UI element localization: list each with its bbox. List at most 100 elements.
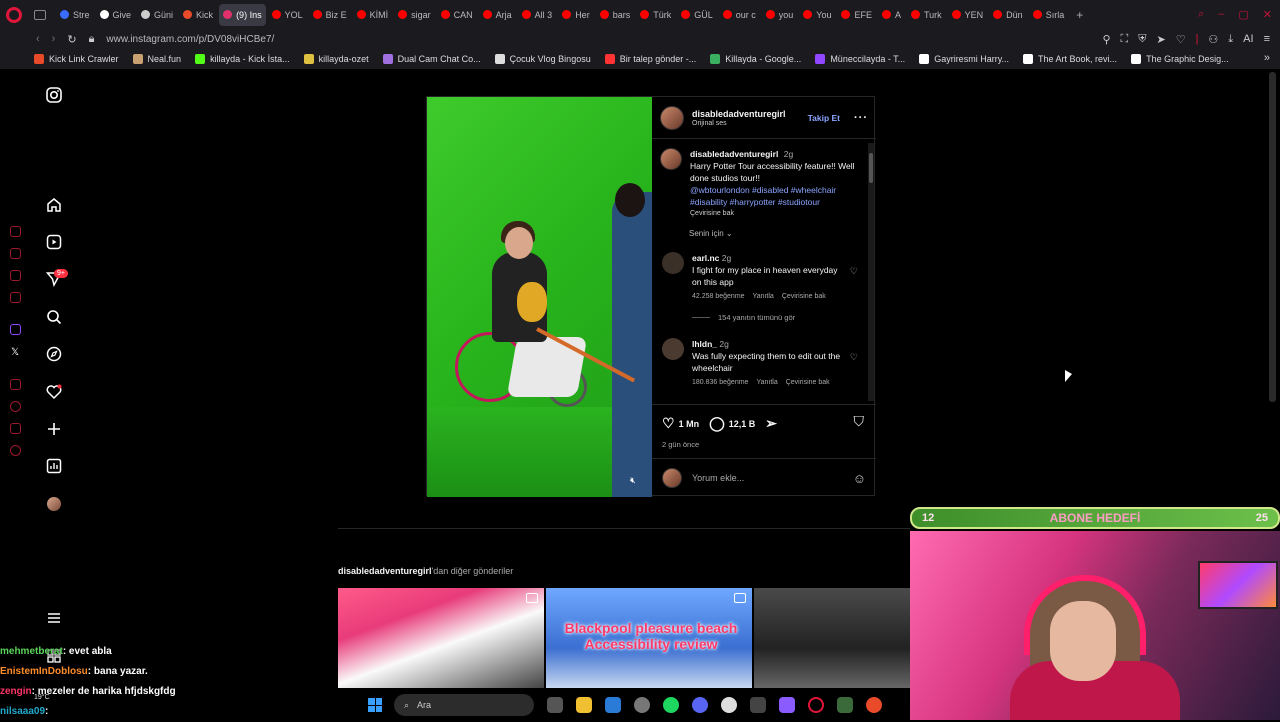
- browser-tab[interactable]: Güni: [137, 4, 177, 26]
- comment-translate-link[interactable]: Çevirisine bak: [786, 377, 830, 389]
- bookmark-item[interactable]: Müneccilayda - T...: [815, 54, 905, 64]
- bookmark-item[interactable]: Neal.fun: [132, 54, 181, 64]
- browser-tab[interactable]: bars: [596, 4, 635, 26]
- bookmark-item[interactable]: killayda-ozet: [303, 54, 369, 64]
- ai-button[interactable]: AI: [1243, 33, 1253, 46]
- streamlabs-icon[interactable]: [837, 697, 853, 713]
- comment-translate-link[interactable]: Çevirisine bak: [782, 291, 826, 303]
- search-icon[interactable]: [45, 308, 63, 326]
- heart-icon[interactable]: ♡: [1176, 33, 1186, 46]
- gmail-icon[interactable]: [10, 292, 21, 303]
- comment-like-heart-icon[interactable]: ♡: [850, 352, 858, 363]
- emoji-icon[interactable]: ☺: [853, 471, 866, 486]
- save-bookmark-icon[interactable]: ⛉: [854, 413, 865, 430]
- browser-tab[interactable]: Türk: [636, 4, 675, 26]
- comment-count[interactable]: 12,1 B: [729, 419, 756, 429]
- scrollbar-thumb[interactable]: [869, 153, 873, 183]
- comment-avatar[interactable]: [662, 252, 684, 274]
- comment-username[interactable]: earl.nc: [692, 253, 719, 263]
- view-replies-link[interactable]: 154 yanıtın tümünü gör: [692, 313, 795, 322]
- comment-reply-button[interactable]: Yanıtla: [753, 291, 774, 303]
- new-tab-icon[interactable]: +: [1076, 8, 1083, 22]
- comment-username[interactable]: lhldn_: [692, 339, 717, 349]
- shield-icon[interactable]: ⛨: [1138, 33, 1146, 46]
- close-icon[interactable]: ✕: [1263, 8, 1272, 21]
- reload-icon[interactable]: ↻: [67, 33, 76, 46]
- bag-icon[interactable]: [10, 248, 21, 259]
- download-icon[interactable]: ⤓: [1228, 33, 1233, 46]
- caption-avatar[interactable]: [660, 148, 682, 170]
- maximize-icon[interactable]: ▢: [1238, 8, 1248, 21]
- weather-widget[interactable]: 19°C: [34, 694, 50, 701]
- browser-tab[interactable]: You: [799, 4, 835, 26]
- comment-input[interactable]: [692, 473, 853, 483]
- more-options-icon[interactable]: ···: [854, 112, 868, 124]
- browser-tab[interactable]: Dün: [989, 4, 1027, 26]
- discord-icon[interactable]: [692, 697, 708, 713]
- bookmark-item[interactable]: Çocuk Vlog Bingosu: [494, 54, 591, 64]
- bookmarks-overflow-icon[interactable]: »: [1264, 52, 1270, 64]
- comment-likes[interactable]: 42.258 beğenme: [692, 291, 745, 303]
- player-icon[interactable]: [10, 379, 21, 390]
- dashboard-icon[interactable]: [45, 457, 63, 475]
- browser-tab[interactable]: A: [878, 4, 905, 26]
- minimize-icon[interactable]: –: [1218, 8, 1224, 21]
- author-username[interactable]: disabledadventuregirl: [692, 109, 808, 119]
- bookmark-item[interactable]: Killayda - Google...: [710, 54, 801, 64]
- back-icon[interactable]: ‹: [36, 33, 40, 46]
- instagram-logo-icon[interactable]: [45, 86, 63, 104]
- audio-label[interactable]: Orijinal ses: [692, 120, 808, 127]
- task-view-icon[interactable]: [547, 697, 563, 713]
- obs-icon[interactable]: [634, 697, 650, 713]
- browser-tab[interactable]: YOL: [268, 4, 307, 26]
- bookmark-item[interactable]: killayda - Kick İsta...: [195, 54, 290, 64]
- file-explorer-icon[interactable]: [576, 697, 592, 713]
- share-icon[interactable]: ➢: [765, 415, 777, 432]
- bookmark-item[interactable]: The Graphic Desig...: [1131, 54, 1229, 64]
- chrome-icon[interactable]: [866, 697, 882, 713]
- opera-taskbar-icon[interactable]: [808, 697, 824, 713]
- comments-scrollbar[interactable]: [868, 143, 874, 401]
- notifications-heart-icon[interactable]: [45, 383, 63, 401]
- bookmark-item[interactable]: Dual Cam Chat Co...: [382, 54, 481, 64]
- tab-overview-icon[interactable]: [34, 9, 46, 20]
- browser-tab[interactable]: Her: [558, 4, 594, 26]
- mute-icon[interactable]: 🔇︎: [626, 473, 640, 487]
- browser-tab[interactable]: Sırla: [1029, 4, 1069, 26]
- grid-app-icon[interactable]: [779, 697, 795, 713]
- browser-tab[interactable]: YEN: [948, 4, 988, 26]
- browser-tab[interactable]: Give: [96, 4, 136, 26]
- aria-icon[interactable]: [10, 226, 21, 237]
- browser-tab[interactable]: Stre: [56, 4, 94, 26]
- settings-icon[interactable]: [10, 445, 21, 456]
- browser-tab[interactable]: sigar: [394, 4, 435, 26]
- extensions-icon[interactable]: [10, 423, 21, 434]
- history-icon[interactable]: [10, 401, 21, 412]
- follow-button[interactable]: Takip Et: [808, 113, 840, 123]
- browser-tab[interactable]: our c: [719, 4, 760, 26]
- browser-tab[interactable]: (9) Ins: [219, 3, 266, 26]
- browser-tab[interactable]: you: [762, 4, 798, 26]
- comment-avatar[interactable]: [662, 338, 684, 360]
- caption-translate-link[interactable]: Çevirisine bak: [690, 208, 860, 220]
- x-icon[interactable]: 𝕏: [11, 347, 22, 358]
- send-icon[interactable]: ➤: [1156, 33, 1165, 46]
- browser-tab[interactable]: All 3: [518, 4, 557, 26]
- post-thumbnail[interactable]: [754, 588, 910, 688]
- page-scrollbar[interactable]: [1269, 72, 1276, 402]
- post-thumbnail[interactable]: [338, 588, 544, 688]
- browser-tab[interactable]: Arja: [479, 4, 516, 26]
- reels-icon[interactable]: [45, 233, 63, 251]
- search-tabs-icon[interactable]: ⌕: [1198, 8, 1204, 21]
- comment-likes[interactable]: 180.836 beğenme: [692, 377, 748, 389]
- browser-tab[interactable]: Turk: [907, 4, 946, 26]
- create-icon[interactable]: [45, 420, 63, 438]
- wallet-icon[interactable]: ⚇: [1208, 33, 1218, 46]
- windows-start-icon[interactable]: [368, 698, 382, 712]
- g-app-icon[interactable]: [750, 697, 766, 713]
- snapshot-icon[interactable]: ⛶: [1121, 33, 1129, 46]
- forward-icon[interactable]: ›: [52, 33, 56, 46]
- opera-logo-icon[interactable]: [6, 6, 22, 23]
- more-menu-icon[interactable]: [45, 609, 63, 627]
- post-video[interactable]: 🔇︎: [427, 97, 652, 497]
